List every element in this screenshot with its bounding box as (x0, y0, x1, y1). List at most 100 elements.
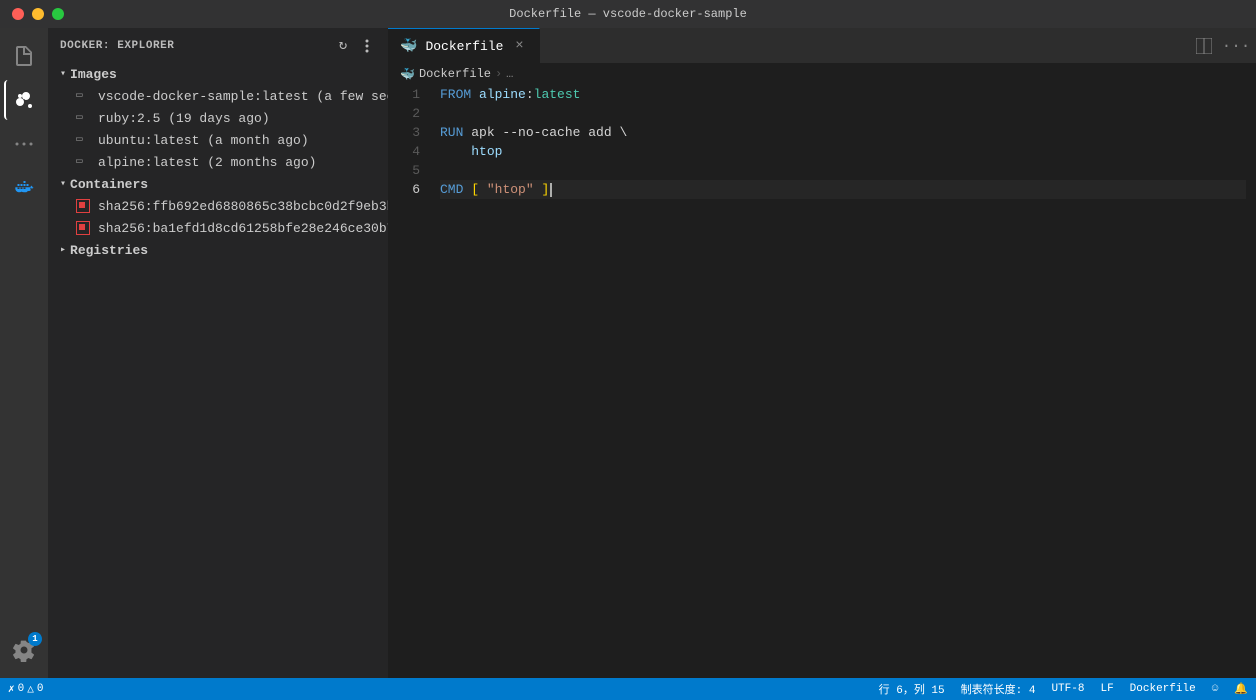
code-line-4: htop (440, 142, 1246, 161)
minimap (1246, 85, 1256, 678)
code-line-3: RUN apk --no-cache add \ (440, 123, 1246, 142)
bell-icon: 🔔 (1234, 682, 1248, 696)
image-icon-1: ▭ (76, 110, 92, 126)
activity-icon-extensions[interactable] (4, 124, 44, 164)
container-item-0[interactable]: sha256:ffb692ed6880865c38bcbc0d2f9eb3b… (48, 195, 388, 217)
sidebar-content: ▾ Images ▭ vscode-docker-sample:latest (… (48, 63, 388, 678)
status-smile[interactable]: ☺ (1204, 678, 1227, 700)
warning-icon: △ (27, 682, 34, 696)
status-bell[interactable]: 🔔 (1226, 678, 1256, 700)
image-tag: latest (534, 85, 581, 104)
image-label-0: vscode-docker-sample:latest (a few secon… (98, 89, 388, 104)
smile-icon: ☺ (1212, 683, 1219, 695)
editor[interactable]: 1 2 3 4 5 6 FROM alpine : latest RUN (388, 85, 1256, 678)
activity-icon-files[interactable] (4, 36, 44, 76)
status-left: ✗ 0 △ 0 (0, 678, 51, 700)
image-label-1: ruby:2.5 (19 days ago) (98, 111, 270, 126)
line-numbers: 1 2 3 4 5 6 (388, 85, 436, 678)
status-right: 行 6，列 15 制表符长度: 4 UTF-8 LF Dockerfile ☺ … (871, 678, 1256, 700)
tab-close-button[interactable]: × (511, 38, 527, 54)
tab-bar: 🐳 Dockerfile × ··· (388, 28, 1256, 63)
activity-icon-source-control[interactable] (4, 80, 44, 120)
container-icon-1 (76, 220, 92, 236)
sidebar: DOCKER: EXPLORER ↻ ▾ Images ▭ vscode-doc… (48, 28, 388, 678)
containers-section-header[interactable]: ▾ Containers (48, 173, 388, 195)
activity-bar: 1 (0, 28, 48, 678)
registries-section-header[interactable]: ▸ Registries (48, 239, 388, 261)
close-button[interactable] (12, 8, 24, 20)
images-label: Images (70, 67, 117, 82)
image-icon-3: ▭ (76, 154, 92, 170)
minimize-button[interactable] (32, 8, 44, 20)
code-line-1: FROM alpine : latest (440, 85, 1246, 104)
line-num-4: 4 (388, 142, 428, 161)
line-num-3: 3 (388, 123, 428, 142)
images-arrow: ▾ (60, 68, 66, 80)
registries-label: Registries (70, 243, 148, 258)
more-options-button[interactable] (358, 37, 376, 55)
status-tabsize[interactable]: 制表符长度: 4 (953, 678, 1044, 700)
sidebar-header: DOCKER: EXPLORER ↻ (48, 28, 388, 63)
bracket-close: ] (541, 180, 549, 199)
error-count: 0 (18, 683, 25, 695)
line-num-1: 1 (388, 85, 428, 104)
code-line-5 (440, 161, 1246, 180)
code-line-2 (440, 104, 1246, 123)
error-icon: ✗ (8, 682, 15, 696)
activity-icon-gear[interactable]: 1 (4, 630, 44, 670)
breadcrumb-rest: … (506, 67, 513, 81)
position-text: 行 6，列 15 (879, 681, 945, 697)
activity-icon-docker[interactable] (4, 168, 44, 208)
status-eol[interactable]: LF (1092, 678, 1121, 700)
status-language[interactable]: Dockerfile (1122, 678, 1204, 700)
refresh-button[interactable]: ↻ (334, 37, 352, 55)
image-item-2[interactable]: ▭ ubuntu:latest (a month ago) (48, 129, 388, 151)
tab-label: Dockerfile (425, 39, 503, 54)
tab-docker-icon: 🐳 (400, 38, 417, 55)
sidebar-actions: ↻ (334, 37, 376, 55)
image-item-1[interactable]: ▭ ruby:2.5 (19 days ago) (48, 107, 388, 129)
image-name: alpine (479, 85, 526, 104)
window-title: Dockerfile — vscode-docker-sample (509, 7, 747, 21)
image-item-3[interactable]: ▭ alpine:latest (2 months ago) (48, 151, 388, 173)
registries-arrow: ▸ (60, 244, 66, 256)
breadcrumb-sep: › (495, 67, 502, 81)
split-editor-button[interactable] (1192, 34, 1216, 58)
image-label-3: alpine:latest (2 months ago) (98, 155, 316, 170)
container-icon-0 (76, 198, 92, 214)
line-num-6: 6 (388, 180, 428, 199)
line-num-2: 2 (388, 104, 428, 123)
cmd-value: "htop" (487, 180, 534, 199)
editor-area: 🐳 Dockerfile × ··· 🐳 Dockerfile › … 1 2 (388, 28, 1256, 678)
language-text: Dockerfile (1130, 683, 1196, 695)
status-bar: ✗ 0 △ 0 行 6，列 15 制表符长度: 4 UTF-8 LF Docke… (0, 678, 1256, 700)
encoding-text: UTF-8 (1051, 683, 1084, 695)
gear-badge: 1 (28, 632, 42, 646)
keyword-run: RUN (440, 123, 463, 142)
status-position[interactable]: 行 6，列 15 (871, 678, 953, 700)
main-container: 1 DOCKER: EXPLORER ↻ ▾ Images ▭ vscode-d… (0, 28, 1256, 678)
containers-arrow: ▾ (60, 178, 66, 190)
status-encoding[interactable]: UTF-8 (1043, 678, 1092, 700)
breadcrumb: 🐳 Dockerfile › … (388, 63, 1256, 85)
line-num-5: 5 (388, 161, 428, 180)
breadcrumb-file[interactable]: Dockerfile (419, 67, 491, 81)
code-line-6: CMD [ "htop" ] (440, 180, 1246, 199)
activity-bar-bottom: 1 (4, 630, 44, 678)
status-errors[interactable]: ✗ 0 △ 0 (0, 678, 51, 700)
text-cursor (550, 183, 552, 197)
images-section-header[interactable]: ▾ Images (48, 63, 388, 85)
window-controls (12, 8, 64, 20)
tab-bar-right: ··· (1192, 34, 1256, 58)
container-label-1: sha256:ba1efd1d8cd61258bfe28e246ce30b7… (98, 221, 388, 236)
run-args: apk --no-cache add \ (471, 123, 627, 142)
bracket-open: [ (471, 180, 479, 199)
container-label-0: sha256:ffb692ed6880865c38bcbc0d2f9eb3b… (98, 199, 388, 214)
image-item-0[interactable]: ▭ vscode-docker-sample:latest (a few sec… (48, 85, 388, 107)
more-editor-actions[interactable]: ··· (1224, 34, 1248, 58)
code-area[interactable]: FROM alpine : latest RUN apk --no-cache … (436, 85, 1246, 678)
container-item-1[interactable]: sha256:ba1efd1d8cd61258bfe28e246ce30b7… (48, 217, 388, 239)
maximize-button[interactable] (52, 8, 64, 20)
pkg-htop: htop (471, 142, 502, 161)
tab-dockerfile[interactable]: 🐳 Dockerfile × (388, 28, 540, 63)
